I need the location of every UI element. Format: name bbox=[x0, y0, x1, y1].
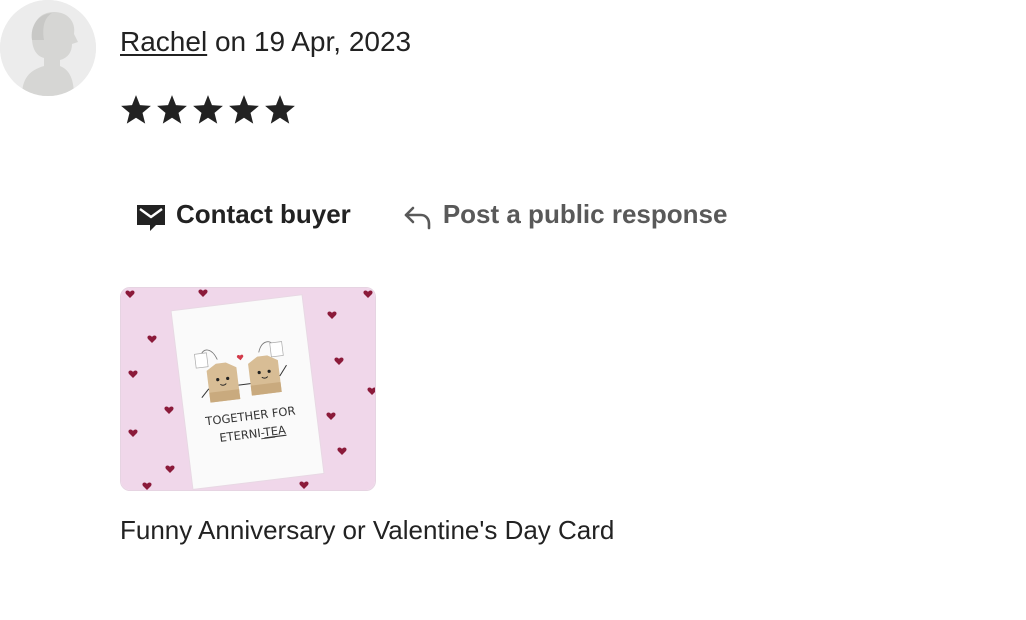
review-item: Rachel on 19 Apr, 2023 Contact buyer Pos… bbox=[0, 0, 1026, 620]
review-meta: Rachel on 19 Apr, 2023 bbox=[120, 24, 411, 60]
envelope-icon bbox=[134, 199, 168, 233]
star-icon bbox=[226, 86, 262, 134]
contact-buyer-label: Contact buyer bbox=[176, 198, 351, 229]
post-public-response-button[interactable]: Post a public response bbox=[387, 188, 742, 240]
product-title-link[interactable]: Funny Anniversary or Valentine's Day Car… bbox=[120, 512, 614, 548]
product-thumbnail[interactable]: TOGETHER FOR ETERNI-TEA bbox=[120, 287, 376, 491]
star-icon bbox=[118, 86, 154, 134]
avatar[interactable] bbox=[0, 0, 96, 96]
default-user-icon bbox=[0, 0, 96, 96]
review-date: 19 Apr, 2023 bbox=[253, 26, 412, 57]
post-public-response-label: Post a public response bbox=[442, 198, 728, 229]
reviewer-name-link[interactable]: Rachel bbox=[120, 26, 207, 57]
star-icon bbox=[190, 86, 226, 134]
date-prefix: on bbox=[207, 26, 254, 57]
star-icon bbox=[154, 86, 190, 134]
product-image: TOGETHER FOR ETERNI-TEA bbox=[121, 288, 375, 490]
star-rating bbox=[118, 86, 298, 134]
star-icon bbox=[262, 86, 298, 134]
review-actions: Contact buyer Post a public response bbox=[120, 188, 741, 240]
contact-buyer-button[interactable]: Contact buyer bbox=[120, 188, 365, 240]
reply-arrow-icon bbox=[401, 199, 435, 233]
